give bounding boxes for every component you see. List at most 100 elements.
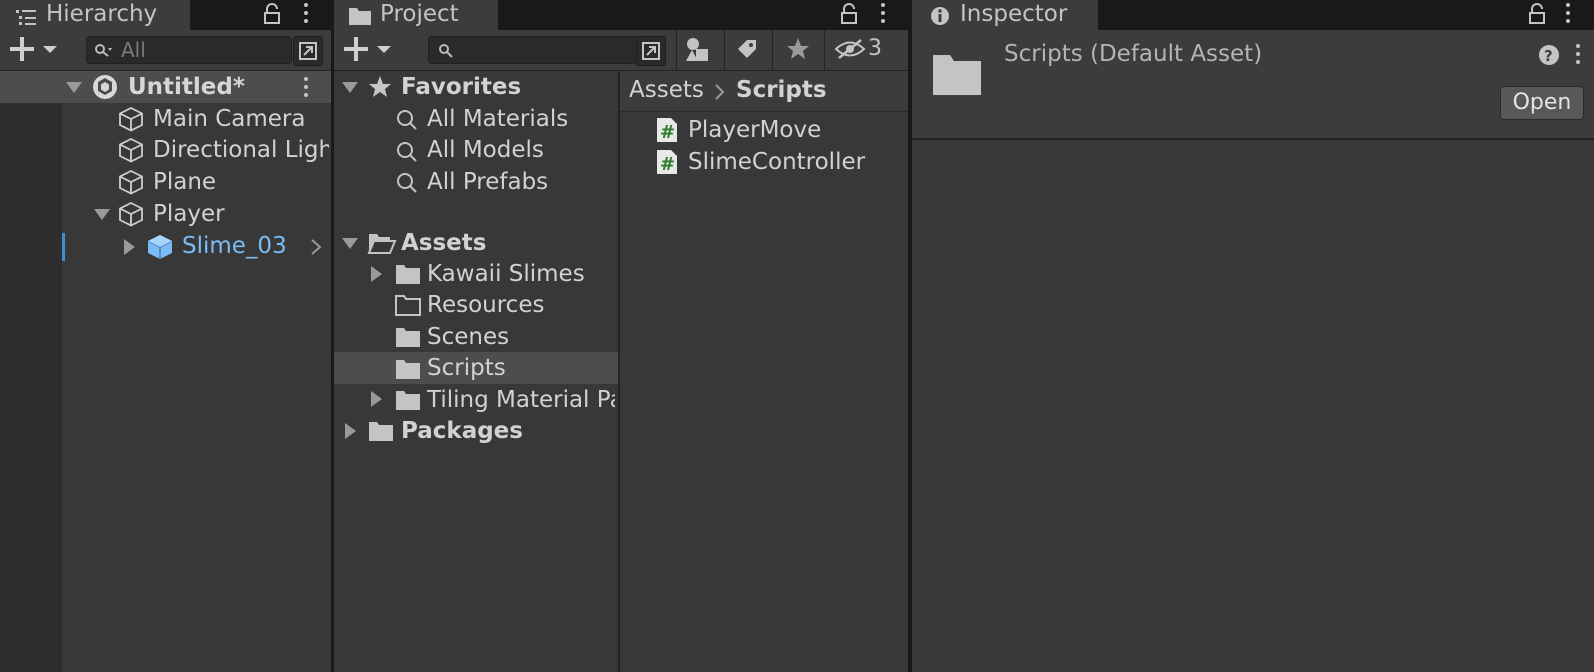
- packages-label[interactable]: Packages: [401, 415, 523, 447]
- expand-arrow-icon[interactable]: [342, 82, 358, 93]
- folder-kawaii-slimes[interactable]: Kawaii Slimes: [427, 258, 585, 290]
- filter-divider: [724, 30, 725, 70]
- favorite-all-prefabs[interactable]: All Prefabs: [427, 166, 548, 198]
- inspector-title: Scripts (Default Asset): [1004, 41, 1263, 67]
- hierarchy-panel: Hierarchy All Untitled* Main Camera Dire…: [0, 0, 334, 672]
- folder-icon: [932, 52, 982, 96]
- project-search-input[interactable]: [428, 36, 644, 64]
- add-icon[interactable]: [10, 37, 60, 61]
- favorite-star-icon[interactable]: [786, 37, 810, 61]
- collapse-arrow-icon[interactable]: [371, 391, 382, 407]
- folder-resources[interactable]: Resources: [427, 289, 544, 321]
- breadcrumb: Assets Scripts: [620, 71, 908, 112]
- favorite-all-models[interactable]: All Models: [427, 134, 544, 166]
- add-icon[interactable]: [344, 37, 394, 61]
- collapse-arrow-icon[interactable]: [345, 423, 356, 439]
- star-icon: [368, 75, 392, 99]
- open-button[interactable]: Open: [1500, 86, 1584, 120]
- file-player-move[interactable]: PlayerMove: [688, 114, 821, 146]
- expand-arrow-icon[interactable]: [342, 238, 358, 249]
- folder-icon: [395, 358, 421, 380]
- inspector-panel: Inspector Scripts (Default Asset) ? Open: [912, 0, 1594, 672]
- hierarchy-tabbar: Hierarchy: [0, 0, 334, 30]
- project-panel: Project 3 Favorites All Materials All Mo…: [334, 0, 908, 672]
- more-options-icon[interactable]: [1566, 3, 1570, 27]
- tab-hierarchy[interactable]: Hierarchy: [0, 0, 190, 30]
- expand-arrow-icon[interactable]: [66, 82, 82, 93]
- hierarchy-search-input[interactable]: All: [86, 36, 292, 64]
- hierarchy-item-player[interactable]: Player: [153, 198, 225, 230]
- hidden-packages-icon[interactable]: [834, 38, 866, 60]
- filter-divider: [772, 30, 773, 70]
- search-icon: [439, 43, 453, 58]
- open-folder-icon: [367, 232, 397, 254]
- hierarchy-item-directional-light[interactable]: Directional Light: [153, 134, 329, 166]
- breadcrumb-current[interactable]: Scripts: [736, 74, 827, 106]
- tab-inspector-label: Inspector: [960, 1, 1068, 27]
- search-icon: [396, 109, 418, 131]
- hierarchy-gutter: [0, 71, 62, 672]
- empty-folder-icon: [395, 294, 421, 316]
- folder-icon: [395, 389, 421, 411]
- project-tree: Favorites All Materials All Models All P…: [334, 71, 618, 672]
- selection-marker: [62, 233, 65, 261]
- collapse-arrow-icon[interactable]: [124, 239, 135, 255]
- more-options-icon[interactable]: [881, 3, 885, 27]
- tab-inspector[interactable]: Inspector: [912, 0, 1098, 30]
- hierarchy-item-slime[interactable]: Slime_03: [182, 230, 287, 262]
- filter-by-label-icon[interactable]: [735, 37, 759, 61]
- gameobject-cube-icon: [118, 169, 144, 195]
- scene-name: Untitled*: [128, 74, 245, 100]
- hidden-packages-count: 3: [868, 36, 882, 61]
- expand-arrow-icon[interactable]: [94, 209, 110, 220]
- folder-icon: [368, 420, 394, 442]
- favorites-label[interactable]: Favorites: [401, 71, 521, 103]
- lock-icon[interactable]: [263, 3, 281, 24]
- folder-tiling-material-pack[interactable]: Tiling Material Pack: [427, 384, 615, 416]
- breadcrumb-root[interactable]: Assets: [629, 74, 704, 106]
- project-toolbar: 3: [334, 30, 908, 71]
- component-menu-icon[interactable]: [1576, 44, 1580, 68]
- info-icon: [930, 5, 950, 25]
- lock-icon[interactable]: [1528, 3, 1546, 24]
- scene-menu-icon[interactable]: [304, 77, 308, 101]
- filter-divider: [824, 30, 825, 70]
- open-prefab-arrow-icon[interactable]: [310, 238, 322, 256]
- assets-label[interactable]: Assets: [401, 227, 486, 259]
- filter-by-type-icon[interactable]: [684, 37, 710, 63]
- hierarchy-item-plane[interactable]: Plane: [153, 166, 216, 198]
- gameobject-cube-icon: [118, 201, 144, 227]
- folder-scenes[interactable]: Scenes: [427, 321, 509, 353]
- tab-project[interactable]: Project: [334, 0, 498, 30]
- list-icon: [16, 6, 36, 25]
- csharp-script-icon: #: [656, 149, 678, 175]
- chevron-right-icon: [714, 84, 725, 100]
- folder-icon: [395, 263, 421, 285]
- scene-visibility-icon[interactable]: [293, 36, 323, 66]
- folder-scripts[interactable]: Scripts: [427, 352, 506, 384]
- svg-text:?: ?: [1544, 47, 1553, 65]
- help-icon[interactable]: ?: [1538, 44, 1560, 66]
- lock-icon[interactable]: [840, 3, 858, 24]
- search-icon: [396, 141, 418, 163]
- gameobject-cube-icon: [118, 106, 144, 132]
- favorite-all-materials[interactable]: All Materials: [427, 103, 568, 135]
- inspector-tabbar: Inspector: [912, 0, 1594, 30]
- inspector-header: Scripts (Default Asset) ? Open: [912, 30, 1594, 140]
- hierarchy-item-main-camera[interactable]: Main Camera: [153, 103, 305, 135]
- unity-scene-icon: [92, 74, 118, 100]
- filter-divider: [676, 30, 677, 70]
- svg-text:#: #: [660, 154, 675, 175]
- project-tabbar: Project: [334, 0, 908, 30]
- gameobject-cube-icon: [118, 137, 144, 163]
- file-slime-controller[interactable]: SlimeController: [688, 146, 865, 178]
- tab-project-label: Project: [380, 1, 459, 27]
- more-options-icon[interactable]: [304, 3, 308, 27]
- folder-icon: [395, 326, 421, 348]
- collapse-arrow-icon[interactable]: [371, 266, 382, 282]
- search-placeholder: All: [121, 38, 146, 62]
- search-by-type-icon[interactable]: [636, 36, 666, 66]
- project-file-list: Assets Scripts # PlayerMove # SlimeContr…: [620, 71, 908, 672]
- tab-hierarchy-label: Hierarchy: [46, 1, 158, 27]
- csharp-script-icon: #: [656, 117, 678, 143]
